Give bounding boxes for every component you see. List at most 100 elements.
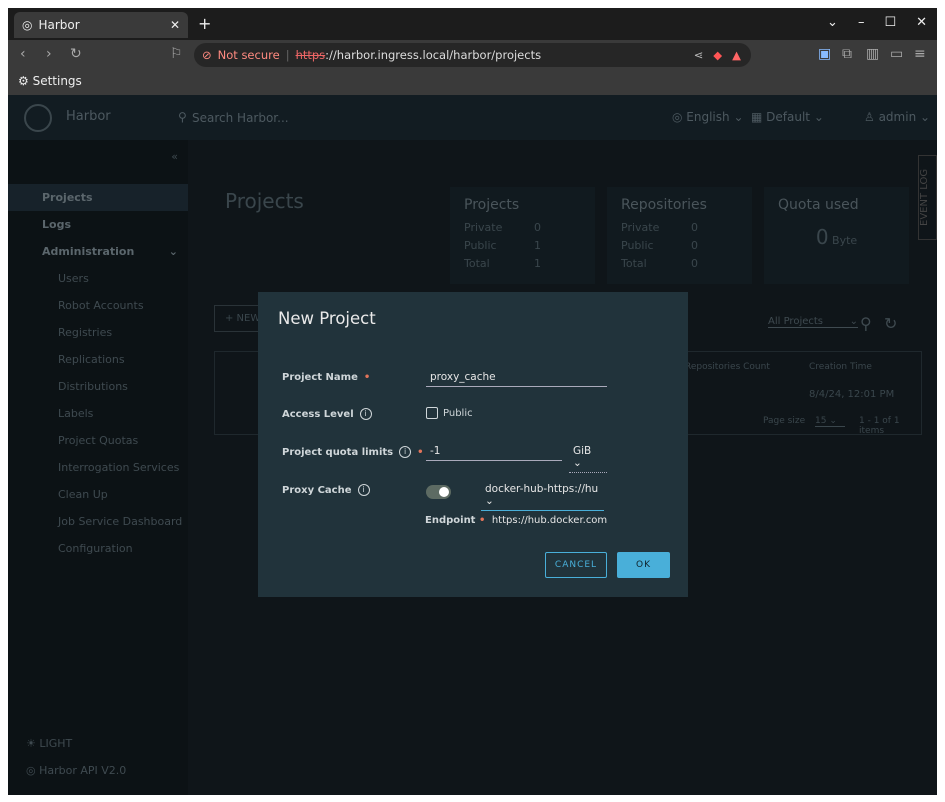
new-tab-button[interactable]: + xyxy=(198,14,211,33)
column-header[interactable]: Creation Time xyxy=(809,362,872,372)
endpoint-label: Endpoint xyxy=(425,515,475,526)
brave-shield-icon[interactable]: ◆ xyxy=(713,48,722,62)
sidebar-item-projects[interactable]: Projects xyxy=(8,184,188,211)
sidebar-item-label: Administration xyxy=(26,245,134,258)
extensions-icon[interactable]: ⧉ xyxy=(842,46,852,62)
sidebar-item-interrogation-services[interactable]: Interrogation Services xyxy=(8,454,188,481)
search-input[interactable]: Search Harbor... xyxy=(192,111,289,125)
bookmark-settings[interactable]: Settings xyxy=(33,74,82,88)
sidebar-item-clean-up[interactable]: Clean Up xyxy=(8,481,188,508)
info-icon[interactable]: i xyxy=(360,408,372,420)
page-size-value: 15 xyxy=(815,416,826,426)
sidebar-item-project-quotas[interactable]: Project Quotas xyxy=(8,427,188,454)
browser-tab[interactable]: ◎Harbor✕ xyxy=(14,12,188,38)
registry-select[interactable]: docker-hub-https://hu ⌄ xyxy=(481,483,604,511)
sidebar-item-labels[interactable]: Labels xyxy=(8,400,188,427)
collapse-sidebar-icon[interactable]: « xyxy=(8,140,188,184)
sidebar-item-configuration[interactable]: Configuration xyxy=(8,535,188,562)
quota-input-value: -1 xyxy=(430,445,440,457)
quota-unit-select[interactable]: GiB ⌄ xyxy=(569,445,607,473)
sidebar-item-replications[interactable]: Replications xyxy=(8,346,188,373)
cancel-button[interactable]: CANCEL xyxy=(545,552,607,578)
language-dropdown[interactable]: ◎ English ⌄ xyxy=(672,110,744,124)
extension-icon[interactable]: ▣ xyxy=(818,46,831,62)
forward-button[interactable]: › xyxy=(46,46,52,62)
stat-label: Public xyxy=(464,239,534,257)
minimize-button[interactable]: – xyxy=(858,15,865,30)
sidebar-item-label: Projects xyxy=(26,191,93,204)
sidebar-item-users[interactable]: Users xyxy=(8,265,188,292)
brand-name[interactable]: Harbor xyxy=(66,109,111,124)
page-size-label: Page size xyxy=(763,416,805,426)
menu-icon[interactable]: ≡ xyxy=(914,46,926,62)
url-bar[interactable]: ⊘Not secure |https://harbor.ingress.loca… xyxy=(194,43,751,67)
stat-label: Total xyxy=(464,257,534,275)
maximize-button[interactable]: ☐ xyxy=(884,15,896,30)
sidebar-item-job-service-dashboard[interactable]: Job Service Dashboard xyxy=(8,508,188,535)
sidebar-item-label: Logs xyxy=(26,218,71,231)
not-secure-label[interactable]: Not secure xyxy=(218,48,280,62)
share-icon[interactable]: ⋖ xyxy=(694,48,704,62)
checkbox-box[interactable] xyxy=(426,407,438,419)
close-window-button[interactable]: ✕ xyxy=(916,15,927,30)
public-checkbox[interactable]: Public xyxy=(426,407,473,419)
address-toolbar: ‹ › ↻ ⚐ ⊘Not secure |https://harbor.ingr… xyxy=(8,40,937,70)
dialog-title: New Project xyxy=(278,309,376,328)
tab-bar: ◎Harbor✕ + ⌄–☐✕ xyxy=(8,8,937,40)
card-title: Repositories xyxy=(621,197,738,213)
sidebar: « Projects Logs Administration⌄ Users Ro… xyxy=(8,140,188,795)
back-button[interactable]: ‹ xyxy=(20,46,26,62)
sidebar-item-label: Project Quotas xyxy=(42,434,138,447)
sidebar-item-label: Labels xyxy=(42,407,93,420)
column-header[interactable]: Repositories Count xyxy=(685,362,770,372)
sidebar-item-administration[interactable]: Administration⌄ xyxy=(8,238,188,265)
quota-label: Project quota limits xyxy=(282,447,393,458)
url-scheme: https xyxy=(296,48,326,62)
stat-label: Public xyxy=(621,239,691,257)
search-icon: ⚲ xyxy=(178,110,187,124)
info-icon[interactable]: i xyxy=(358,484,370,496)
stat-value: 1 xyxy=(534,257,541,275)
rewards-icon[interactable]: ▲ xyxy=(732,48,741,62)
sidebar-item-distributions[interactable]: Distributions xyxy=(8,373,188,400)
theme-label: Default xyxy=(766,110,810,124)
url-text: ://harbor.ingress.local/harbor/projects xyxy=(325,48,541,62)
tab-list-icon[interactable]: ⌄ xyxy=(827,15,838,30)
event-log-tab[interactable]: EVENT LOG xyxy=(918,155,937,240)
public-label: Public xyxy=(443,408,473,419)
wallet-icon[interactable]: ▭ xyxy=(890,46,903,62)
api-link[interactable]: ◎ Harbor API V2.0 xyxy=(26,764,126,777)
user-menu[interactable]: ♙ admin ⌄ xyxy=(864,110,930,124)
app-header: Harbor ⚲ Search Harbor... ◎ English ⌄ ▦ … xyxy=(8,95,937,140)
sidebar-item-logs[interactable]: Logs xyxy=(8,211,188,238)
ok-button[interactable]: OK xyxy=(617,552,670,578)
info-icon[interactable]: i xyxy=(399,446,411,458)
close-tab-icon[interactable]: ✕ xyxy=(170,18,180,32)
user-name: admin xyxy=(879,110,917,124)
refresh-icon[interactable]: ↻ xyxy=(884,314,897,333)
stat-label: Private xyxy=(621,221,691,239)
quota-unit: Byte xyxy=(832,234,857,247)
project-name-input[interactable]: proxy_cache xyxy=(426,371,607,387)
stat-value: 0 xyxy=(534,221,541,239)
proxy-cache-toggle[interactable] xyxy=(426,485,451,499)
sidebar-item-robot-accounts[interactable]: Robot Accounts xyxy=(8,292,188,319)
sidebar-item-registries[interactable]: Registries xyxy=(8,319,188,346)
quota-input[interactable]: -1 xyxy=(426,445,562,461)
harbor-logo xyxy=(24,104,52,132)
quota-value: 0 xyxy=(816,225,829,249)
light-theme-toggle[interactable]: ☀ LIGHT xyxy=(26,737,72,750)
reload-button[interactable]: ↻ xyxy=(70,46,82,62)
tab-title: Harbor xyxy=(38,18,79,32)
stat-label: Private xyxy=(464,221,534,239)
project-filter-select[interactable]: All Projects ⌄ xyxy=(768,316,858,328)
bookmark-icon[interactable]: ⚐ xyxy=(170,46,183,62)
theme-dropdown[interactable]: ▦ Default ⌄ xyxy=(751,110,824,124)
search-icon[interactable]: ⚲ xyxy=(860,314,872,333)
creation-time-cell: 8/4/24, 12:01 PM xyxy=(809,389,894,400)
gear-icon: ⚙ xyxy=(18,74,33,88)
page-size-select[interactable]: 15 ⌄ xyxy=(815,416,845,427)
page-title: Projects xyxy=(225,189,304,213)
quota-card: Quota used 0 Byte xyxy=(764,187,909,284)
sidebar-icon[interactable]: ▥ xyxy=(866,46,879,62)
